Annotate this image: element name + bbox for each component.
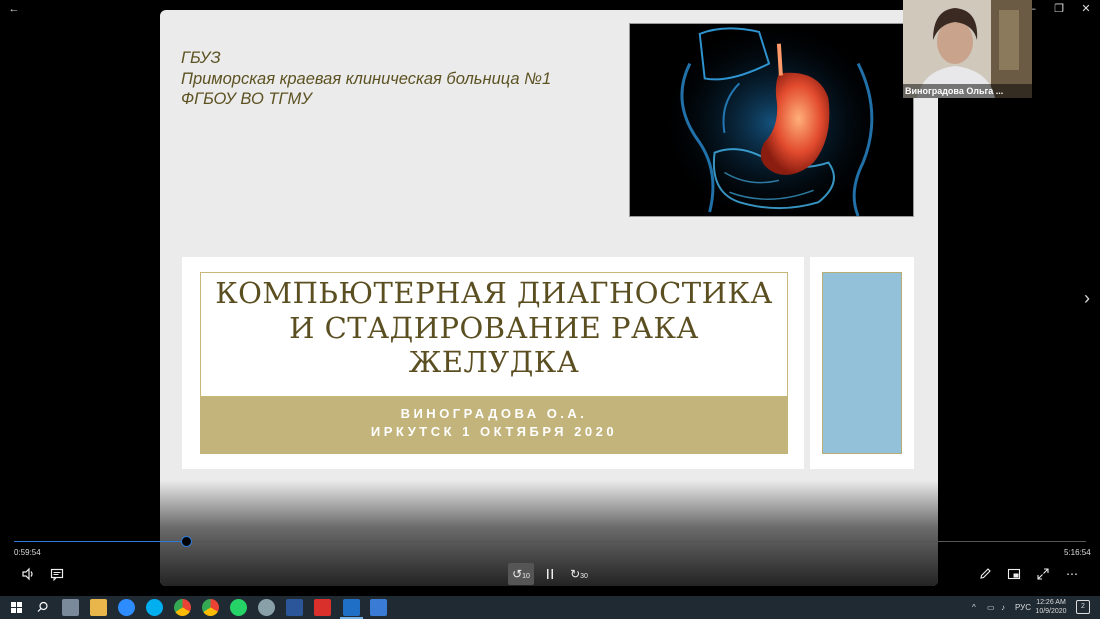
chrome-icon[interactable]	[174, 599, 191, 616]
more-icon[interactable]: ⋯	[1059, 563, 1085, 585]
clock-date: 10/9/2020	[1035, 608, 1067, 615]
fullscreen-icon[interactable]	[1030, 563, 1056, 585]
back-arrow-icon[interactable]: ←	[0, 0, 28, 18]
restore-button[interactable]: ❐	[1045, 0, 1073, 18]
title-card: КОМПЬЮТЕРНАЯ ДИАГНОСТИКА И СТАДИРОВАНИЕ …	[182, 257, 804, 469]
pause-icon[interactable]	[537, 563, 563, 585]
presenter-name: Виноградова Ольга ...	[903, 84, 1032, 98]
movies-tv-icon[interactable]	[340, 599, 363, 619]
chevron-right-icon[interactable]: ›	[1084, 288, 1098, 308]
org-line: Приморская краевая клиническая больница …	[181, 69, 552, 88]
captions-icon[interactable]	[44, 563, 70, 585]
word-icon[interactable]	[286, 599, 303, 616]
taskbar-clock[interactable]: 12:26 AM 10/9/2020	[1033, 598, 1069, 616]
total-time: 5:16:54	[1064, 548, 1091, 557]
org-line: ФГБОУ ВО ТГМУ	[181, 90, 312, 108]
webcam-view: Виноградова Ольга ...	[903, 0, 1032, 98]
blue-accent-box	[822, 272, 902, 454]
seek-progress	[14, 541, 187, 542]
current-time: 0:59:54	[14, 548, 41, 557]
movies-tv-player-window: ← — ❐ ✕ ГБУЗ Приморская краевая клиничес…	[0, 0, 1100, 619]
skip-back-seconds: 10	[522, 573, 530, 580]
subtitle-line: ВИНОГРАДОВА О.А.	[400, 406, 588, 421]
chevron-up-icon[interactable]: ^	[972, 596, 976, 619]
language-indicator[interactable]: РУС	[1015, 596, 1031, 619]
start-button[interactable]	[8, 599, 25, 616]
app-icon[interactable]	[258, 599, 275, 616]
slide-title: КОМПЬЮТЕРНАЯ ДИАГНОСТИКА И СТАДИРОВАНИЕ …	[201, 276, 787, 380]
seek-bar[interactable]	[14, 536, 1086, 547]
skip-forward-seconds: 30	[580, 573, 588, 580]
pen-icon[interactable]	[972, 563, 998, 585]
skip-back-button[interactable]: ↺10	[508, 563, 534, 585]
subtitle-band: ВИНОГРАДОВА О.А. ИРКУТСК 1 ОКТЯБРЯ 2020	[200, 397, 788, 454]
org-line: ГБУЗ	[181, 49, 221, 67]
presentation-slide: ГБУЗ Приморская краевая клиническая боль…	[160, 10, 938, 586]
slide-title-line: И СТАДИРОВАНИЕ РАКА	[289, 310, 699, 345]
network-icon[interactable]: ▭	[987, 596, 995, 619]
slide-subtitle: ВИНОГРАДОВА О.А. ИРКУТСК 1 ОКТЯБРЯ 2020	[200, 405, 788, 441]
subtitle-line: ИРКУТСК 1 ОКТЯБРЯ 2020	[370, 424, 618, 439]
file-explorer-icon[interactable]	[90, 599, 107, 616]
clock-time: 12:26 AM	[1036, 599, 1066, 606]
side-panel	[810, 257, 914, 469]
windows-taskbar: ^ ▭ ♪ РУС 12:26 AM 10/9/2020 2	[0, 596, 1100, 619]
title-box: КОМПЬЮТЕРНАЯ ДИАГНОСТИКА И СТАДИРОВАНИЕ …	[200, 272, 788, 397]
stomach-anatomy-illustration	[630, 24, 913, 216]
notification-count: 2	[1081, 603, 1085, 610]
skip-forward-button[interactable]: ↻30	[566, 563, 592, 585]
whatsapp-icon[interactable]	[230, 599, 247, 616]
search-icon[interactable]	[34, 599, 51, 616]
skip-back-icon: ↺	[512, 567, 523, 581]
skip-forward-icon: ↻	[570, 567, 581, 581]
close-button[interactable]: ✕	[1072, 0, 1100, 18]
photos-icon[interactable]	[370, 599, 387, 616]
organization-text: ГБУЗ Приморская краевая клиническая боль…	[181, 48, 551, 110]
seek-thumb[interactable]	[180, 536, 192, 547]
chrome-profile-icon[interactable]	[202, 599, 219, 616]
slide-title-line: ЖЕЛУДКА	[408, 345, 580, 379]
volume-icon[interactable]	[15, 563, 41, 585]
zoom-app-icon[interactable]	[118, 599, 135, 616]
mini-view-icon[interactable]	[1001, 563, 1027, 585]
stomach-anatomy-image	[629, 23, 914, 217]
paint-app-icon[interactable]	[62, 599, 79, 616]
speaker-icon[interactable]: ♪	[1001, 596, 1005, 619]
skype-app-icon[interactable]	[146, 599, 163, 616]
acrobat-icon[interactable]	[314, 599, 331, 616]
slide-title-line: КОМПЬЮТЕРНАЯ ДИАГНОСТИКА	[215, 276, 773, 310]
notification-center-icon[interactable]: 2	[1076, 600, 1090, 614]
